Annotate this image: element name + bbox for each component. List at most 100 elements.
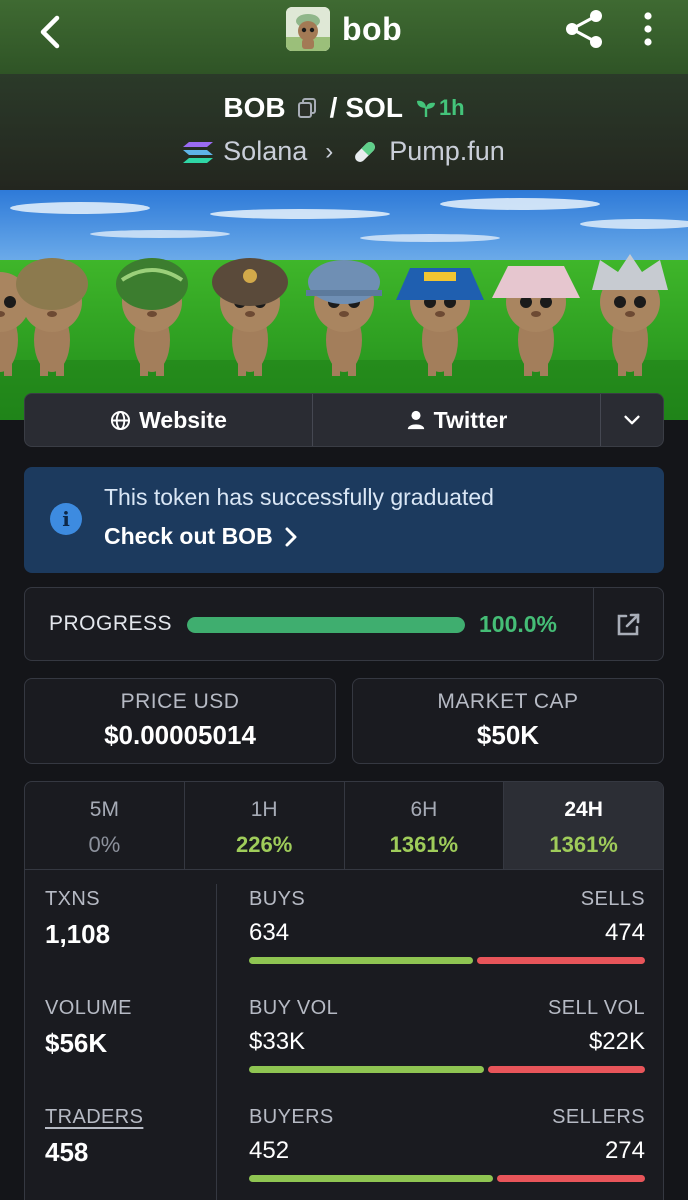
token-banner-image	[0, 190, 688, 420]
globe-icon	[111, 410, 131, 430]
back-button[interactable]	[26, 12, 74, 52]
volume-stat: VOLUME $56K	[45, 997, 132, 1059]
chain-name[interactable]: Solana	[223, 136, 307, 167]
more-vertical-icon	[644, 12, 652, 46]
price-value: $0.00005014	[104, 720, 256, 750]
solana-icon	[183, 141, 214, 163]
pill-icon	[355, 141, 376, 162]
twitter-label: Twitter	[433, 406, 508, 433]
sell-vol-bar	[488, 1066, 645, 1073]
traders-bar	[249, 1175, 645, 1182]
buy-vol-bar	[249, 1066, 484, 1073]
progress-fill	[187, 617, 465, 633]
traders-link[interactable]: TRADERS	[45, 1106, 143, 1129]
traders-ratio: BUYERS SELLERS 452 274	[249, 1106, 645, 1182]
volume-bar	[249, 1066, 645, 1073]
price-card: PRICE USD $0.00005014	[24, 678, 336, 764]
stats-panel: 5M 0% 1H 226% 6H 1361% 24H 1361% TXNS 1,…	[24, 781, 664, 1200]
token-title[interactable]: bob	[286, 6, 402, 52]
check-out-link[interactable]: Check out BOB	[104, 523, 297, 550]
tab-6h[interactable]: 6H 1361%	[345, 782, 505, 869]
sellers-bar	[497, 1175, 645, 1182]
buys-bar	[249, 957, 473, 964]
divider	[593, 588, 594, 660]
buyers-bar	[249, 1175, 493, 1182]
volume-label: VOLUME	[45, 997, 132, 1019]
market-cap-label: MARKET CAP	[437, 690, 579, 713]
app-title: bob	[342, 10, 403, 47]
buyers-label: BUYERS	[249, 1106, 334, 1128]
chevron-right-icon	[285, 527, 297, 546]
tab-label: 24H	[564, 798, 603, 821]
buyers-value: 452	[249, 1137, 290, 1164]
more-links-dropdown[interactable]	[601, 394, 663, 446]
chevron-down-icon	[624, 415, 640, 425]
top-bar: bob	[0, 0, 688, 74]
pair-age-text: 1h	[438, 95, 465, 120]
external-link-icon	[617, 613, 640, 636]
tab-label: 6H	[410, 798, 438, 821]
pair-line: BOB / SOL 1h	[0, 92, 688, 124]
tab-change: 1361%	[389, 832, 459, 857]
open-external-button[interactable]	[613, 610, 643, 640]
volume-ratio: BUY VOL SELL VOL $33K $22K	[249, 997, 645, 1073]
share-button[interactable]	[562, 8, 608, 50]
info-icon: i	[50, 503, 82, 535]
pair-header: BOB / SOL 1h Solana › Pump.fun	[0, 74, 688, 190]
pair-age: 1h	[415, 95, 465, 121]
tab-change: 226%	[235, 832, 293, 857]
market-cap-value: $50K	[476, 720, 540, 750]
sells-label: SELLS	[580, 888, 645, 910]
traders-value: 458	[45, 1137, 89, 1167]
divider	[216, 884, 217, 1200]
twitter-button[interactable]: Twitter	[313, 394, 601, 446]
sellers-value: 274	[604, 1137, 645, 1164]
buy-vol-value: $33K	[249, 1028, 306, 1055]
volume-value: $56K	[45, 1028, 108, 1058]
sell-vol-value: $22K	[588, 1028, 645, 1055]
buys-value: 634	[249, 919, 290, 946]
tab-change: 0%	[88, 832, 121, 857]
sells-bar	[477, 957, 645, 964]
progress-label: PROGRESS	[49, 612, 173, 635]
txns-label: TXNS	[45, 888, 100, 910]
tab-label: 5M	[89, 798, 119, 821]
sellers-label: SELLERS	[552, 1106, 645, 1128]
progress-bar	[187, 617, 465, 633]
timeframe-tabs: 5M 0% 1H 226% 6H 1361% 24H 1361%	[25, 782, 663, 870]
txns-stat: TXNS 1,108	[45, 888, 110, 950]
dex-name[interactable]: Pump.fun	[389, 136, 505, 167]
txns-value: 1,108	[45, 919, 111, 949]
sells-value: 474	[604, 919, 645, 946]
social-links-bar: Website Twitter	[24, 393, 664, 447]
progress-percent: 100.0%	[479, 611, 558, 637]
chevron-left-icon	[40, 15, 60, 49]
price-label: PRICE USD	[120, 690, 240, 713]
pair-separator: /	[329, 92, 338, 123]
user-icon	[407, 410, 424, 430]
website-label: Website	[139, 406, 227, 433]
market-cap-card: MARKET CAP $50K	[352, 678, 664, 764]
tab-change: 1361%	[549, 832, 618, 857]
stats-grid: TXNS 1,108 VOLUME $56K TRADERS 458 BUYS …	[25, 870, 663, 1200]
share-icon	[566, 10, 602, 48]
check-out-label: Check out BOB	[104, 523, 273, 549]
base-symbol: BOB	[223, 92, 286, 123]
buys-sells-ratio: BUYS SELLS 634 474	[249, 888, 645, 964]
tab-label: 1H	[250, 798, 278, 821]
token-avatar	[286, 7, 330, 51]
more-options-button[interactable]	[634, 8, 662, 50]
progress-card: PROGRESS 100.0%	[24, 587, 664, 661]
copy-icon[interactable]	[296, 97, 318, 119]
buys-sells-bar	[249, 957, 645, 964]
tab-1h[interactable]: 1H 226%	[185, 782, 345, 869]
quote-symbol: SOL	[345, 92, 403, 123]
tab-5m[interactable]: 5M 0%	[25, 782, 185, 869]
chevron-right-icon: ›	[325, 137, 334, 165]
tab-24h[interactable]: 24H 1361%	[504, 782, 663, 869]
graduated-notice: i This token has successfully graduated …	[24, 467, 664, 573]
buys-label: BUYS	[249, 888, 306, 910]
buy-vol-label: BUY VOL	[249, 997, 339, 1019]
website-button[interactable]: Website	[25, 394, 313, 446]
notice-message: This token has successfully graduated	[104, 484, 494, 510]
